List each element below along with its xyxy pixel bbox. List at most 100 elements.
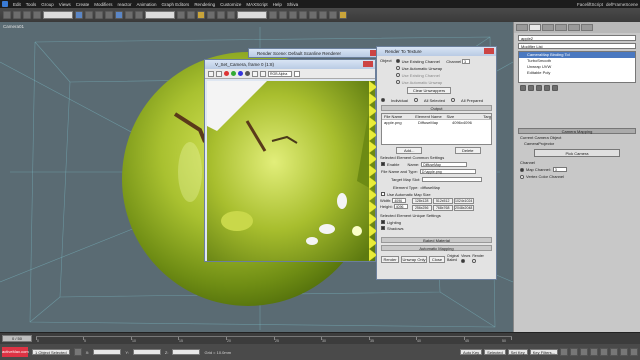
vertex-color-radio[interactable] [520, 174, 524, 179]
menu-graph-editors[interactable]: Graph Editors [162, 2, 190, 7]
output-rollout[interactable]: Output [381, 105, 492, 111]
blue-channel-icon[interactable] [238, 71, 243, 76]
unwrap-only-button[interactable]: Unwrap Only [401, 255, 427, 263]
camera-mapping-rollout[interactable]: Camera Mapping [518, 128, 636, 134]
script-label-2[interactable]: defFrameScene [606, 2, 638, 7]
reference-coord-dropdown[interactable] [145, 11, 175, 19]
spinner-snap-icon[interactable] [227, 11, 235, 19]
table-row[interactable]: apple.png DiffuseMap 4096x4096 [382, 120, 491, 126]
rtt-close-icon[interactable] [484, 48, 494, 54]
snap-icon[interactable] [197, 11, 205, 19]
prev-frame-icon[interactable] [570, 348, 578, 356]
auto-map-size-checkbox[interactable] [381, 192, 385, 196]
add-button[interactable]: Add... [396, 147, 423, 154]
automatic-mapping-rollout[interactable]: Automatic Mapping [381, 245, 492, 251]
menu-animation[interactable]: Animation [137, 2, 157, 7]
modifier-stack[interactable]: CameraMap Binding Tol TurboSmooth Unwrap… [518, 51, 636, 83]
pivot-icon[interactable] [177, 11, 185, 19]
display-tab-icon[interactable] [568, 24, 580, 31]
y-coord-field[interactable] [132, 349, 161, 355]
rtt-titlebar[interactable]: Render To Texture [377, 47, 496, 56]
sub-auto-unwrap-radio[interactable] [395, 80, 400, 84]
selection-filter-dropdown[interactable] [43, 11, 73, 19]
menu-group[interactable]: Group [41, 2, 54, 7]
maxscript-listener[interactable]: activeMax.com [2, 347, 29, 357]
menu-modifiers[interactable]: Modifiers [94, 2, 112, 7]
redo-icon[interactable] [13, 11, 21, 19]
size-2048-button[interactable]: 2048x2048 [453, 205, 474, 211]
size-256-button[interactable]: 256x256 [411, 205, 432, 211]
size-128-button[interactable]: 128x128 [411, 198, 432, 204]
delete-button[interactable]: Delete [454, 147, 481, 154]
color-swatch[interactable] [294, 70, 300, 77]
object-name-field[interactable]: apple2 [518, 35, 636, 41]
stack-item[interactable]: Editable Poly [519, 70, 635, 76]
menu-customize[interactable]: Customize [220, 2, 241, 7]
sub-existing-channel-radio[interactable] [395, 73, 400, 77]
zoom-icon[interactable] [610, 348, 618, 356]
menu-rendering[interactable]: Rendering [194, 2, 215, 7]
size-1024-button[interactable]: 1024x1024 [453, 198, 474, 204]
menu-shiva[interactable]: Shiva [287, 2, 298, 7]
width-spinner[interactable]: 4096 [392, 198, 407, 203]
monochrome-icon[interactable] [252, 70, 258, 77]
menu-edit[interactable]: Edit [13, 2, 21, 7]
next-frame-icon[interactable] [590, 348, 598, 356]
map-channel-radio[interactable] [520, 167, 524, 172]
clear-unwrappers-button[interactable]: Clear Unwrappers [407, 87, 451, 94]
use-auto-unwrap-radio[interactable] [395, 66, 400, 70]
height-spinner[interactable]: 4096 [393, 204, 408, 209]
undo-icon[interactable] [3, 11, 11, 19]
schematic-view-icon[interactable] [309, 11, 317, 19]
select-by-name-icon[interactable] [85, 11, 93, 19]
enable-checkbox[interactable] [381, 162, 385, 166]
curve-editor-icon[interactable] [299, 11, 307, 19]
lighting-checkbox[interactable] [381, 220, 385, 224]
configure-sets-icon[interactable] [552, 85, 558, 91]
rect-selection-icon[interactable] [95, 11, 103, 19]
mirror-icon[interactable] [269, 11, 277, 19]
target-map-slot-dropdown[interactable] [422, 176, 483, 182]
create-tab-icon[interactable] [516, 24, 528, 31]
modifier-list-dropdown[interactable]: Modifier List [518, 43, 636, 49]
goto-start-icon[interactable] [560, 348, 568, 356]
file-name-field[interactable]: D:\apple.png [419, 168, 476, 174]
use-existing-channel-radio[interactable] [395, 59, 400, 63]
lock-selection-icon[interactable] [73, 348, 82, 356]
track-bar[interactable]: 0 5 10 15 20 25 30 35 40 45 50 [36, 336, 512, 343]
render-button[interactable]: Render [381, 255, 399, 263]
app-logo-icon[interactable] [2, 1, 8, 7]
frame-buffer-close-icon[interactable] [363, 61, 373, 67]
material-editor-icon[interactable] [319, 11, 327, 19]
shadows-checkbox[interactable] [381, 226, 385, 230]
pan-icon[interactable] [630, 348, 638, 356]
baked-material-rollout[interactable]: Baked Material [381, 237, 492, 243]
channel-spinner[interactable]: 3 [462, 58, 471, 64]
rotate-icon[interactable] [125, 11, 133, 19]
manipulate-icon[interactable] [187, 11, 195, 19]
motion-tab-icon[interactable] [555, 24, 567, 31]
hierarchy-tab-icon[interactable] [542, 24, 554, 31]
auto-key-button[interactable]: Auto Key [459, 349, 483, 355]
unlink-icon[interactable] [33, 11, 41, 19]
alpha-channel-icon[interactable] [245, 71, 250, 76]
red-channel-icon[interactable] [224, 71, 229, 76]
menu-help[interactable]: Help [273, 2, 282, 7]
z-coord-field[interactable] [172, 349, 201, 355]
menu-views[interactable]: Views [59, 2, 71, 7]
output-table[interactable]: File Name Element Name Size Targ apple.p… [381, 113, 492, 145]
clear-icon[interactable] [260, 70, 266, 77]
move-icon[interactable] [115, 11, 123, 19]
goto-end-icon[interactable] [600, 348, 608, 356]
select-object-icon[interactable] [75, 11, 83, 19]
views-original-radio[interactable] [461, 258, 466, 263]
green-channel-icon[interactable] [231, 71, 236, 76]
x-coord-field[interactable] [93, 349, 122, 355]
script-label-1[interactable]: FaceliftScript [577, 2, 603, 7]
pick-camera-button[interactable]: Pick Camera [534, 149, 620, 157]
window-crossing-icon[interactable] [105, 11, 113, 19]
menu-maxscript[interactable]: MAXScript [246, 2, 267, 7]
utilities-tab-icon[interactable] [581, 24, 593, 31]
menu-create[interactable]: Create [76, 2, 90, 7]
scale-icon[interactable] [135, 11, 143, 19]
